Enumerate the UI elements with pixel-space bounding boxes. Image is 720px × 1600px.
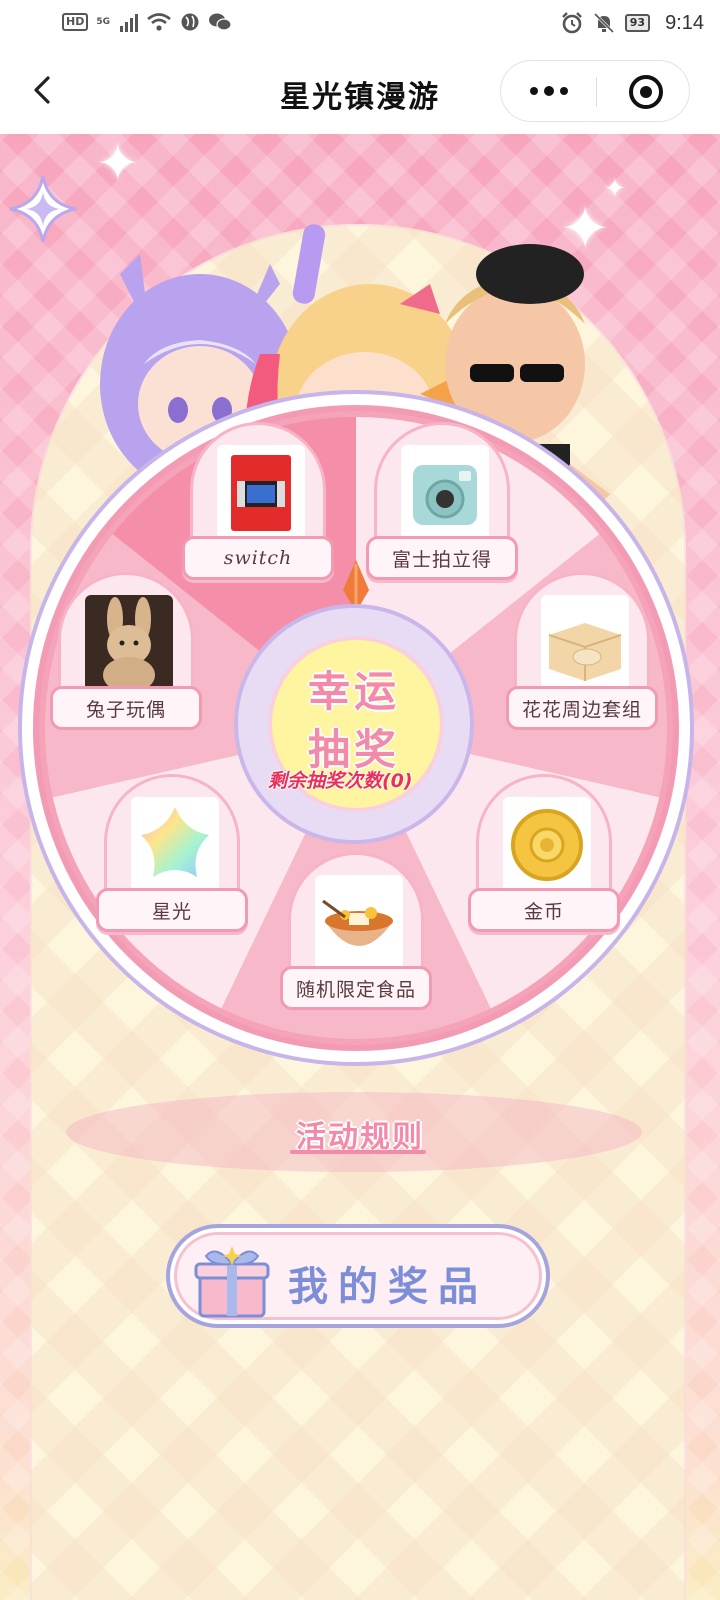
status-bar: HD 5G 93 9:14	[0, 0, 720, 48]
prize-switch: switch	[182, 422, 334, 580]
clock: 9:14	[665, 12, 704, 34]
prize-label: 花花周边套组	[506, 686, 658, 730]
prize-label: switch	[182, 536, 334, 580]
wifi-icon	[147, 13, 171, 31]
spin-button[interactable]: 幸运 抽奖	[234, 604, 474, 844]
prize-label: 兔子玩偶	[50, 686, 202, 730]
battery-icon: 93	[624, 14, 650, 32]
merch-box-image	[541, 595, 629, 691]
prize-merch-set: 花花周边套组	[506, 572, 658, 730]
my-prizes-label: 我的奖品	[288, 1264, 488, 1310]
prize-bunny: 兔子玩偶	[50, 572, 202, 730]
prize-food: 随机限定食品	[280, 852, 432, 1010]
alarm-icon	[561, 12, 582, 34]
sparkle-icon: ✦	[604, 174, 626, 204]
bunny-plush-image	[85, 595, 173, 691]
more-dot-icon	[529, 87, 538, 95]
switch-console-image	[217, 445, 305, 541]
starlight-image	[131, 797, 219, 893]
prize-gold-coin: 金币	[468, 774, 620, 932]
prize-starlight: 星光	[96, 774, 248, 932]
more-button[interactable]	[501, 61, 596, 121]
network-type: 5G	[96, 17, 110, 27]
prize-label: 星光	[96, 888, 248, 932]
food-bowl-image	[315, 875, 403, 971]
lottery-page: ✦ ✦ ✦ switch 富士拍立得 花花周边套组 金币 随机限定食品 星光 兔…	[0, 134, 720, 1600]
prize-instax: 富士拍立得	[366, 422, 518, 580]
more-dot-icon	[559, 87, 568, 95]
spin-button-label: 幸运	[307, 667, 400, 716]
sparkle-star-icon	[9, 175, 77, 243]
hd-icon: HD	[62, 13, 89, 31]
more-dot-icon	[543, 86, 554, 96]
gift-icon	[194, 1246, 270, 1318]
prize-label: 金币	[468, 888, 620, 932]
sparkle-icon: ✦	[96, 134, 140, 194]
close-miniprogram-button[interactable]	[629, 75, 663, 109]
remaining-draws: 剩余抽奖次数(0)	[268, 770, 413, 792]
mute-icon	[593, 12, 614, 34]
miniprogram-capsule	[500, 60, 690, 122]
wechat-icon	[209, 13, 232, 31]
signal-icon	[120, 12, 138, 32]
rules-underline	[290, 1150, 426, 1154]
instax-camera-image	[401, 445, 489, 541]
status-left: HD 5G	[62, 12, 232, 32]
globe-icon	[181, 13, 199, 31]
prize-label: 随机限定食品	[280, 966, 432, 1010]
capsule-divider	[596, 77, 597, 107]
status-right: 93	[561, 12, 650, 34]
prize-label: 富士拍立得	[366, 536, 518, 580]
title-bar: 星光镇漫游	[0, 48, 720, 134]
gold-coin-image	[503, 797, 591, 893]
my-prizes-button[interactable]: 我的奖品	[166, 1224, 550, 1328]
lottery-wheel: switch 富士拍立得 花花周边套组 金币 随机限定食品 星光 兔子玩偶 幸运…	[16, 388, 696, 1068]
